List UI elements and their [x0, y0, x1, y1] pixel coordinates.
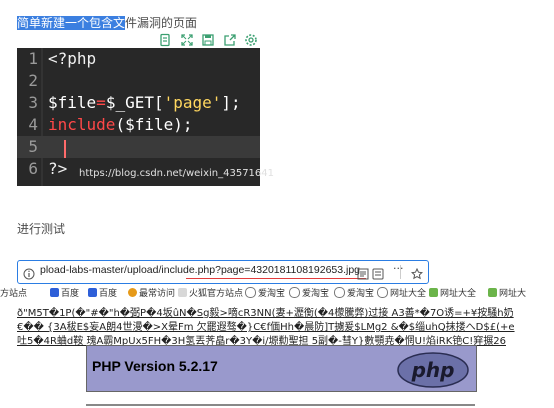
- globe-icon: [289, 287, 300, 298]
- code-text: ?>: [48, 159, 68, 178]
- star-icon[interactable]: [410, 265, 424, 280]
- bookmark-item[interactable]: 百度: [50, 286, 79, 299]
- bookmark-item[interactable]: 爱淘宝: [334, 286, 374, 299]
- baidu-icon: [88, 288, 97, 297]
- globe-icon: [377, 287, 388, 298]
- garbled-line: 吐5�4R蛐d鞍 瑰A霸MpUx5FH�3H氢丟荠皛r�3Y�i/塬勬聖担 5副…: [17, 336, 506, 346]
- code-line-4: 4 include($file);: [17, 114, 260, 136]
- line-number: 3: [28, 93, 38, 112]
- export-icon[interactable]: [223, 33, 237, 47]
- intro-rest: 件漏洞的页面: [125, 16, 198, 30]
- php-info-banner: PHP Version 5.2.17 php: [86, 345, 477, 392]
- garbled-line: €�� {3A秡E$妄A朗4世漫�>X晕Fm 欠罷遐骜�}C€f偭Hh�晨防]T…: [17, 322, 515, 332]
- bookmark-item[interactable]: 网址大: [488, 286, 526, 299]
- page-icon[interactable]: [372, 265, 384, 280]
- reader-icon[interactable]: [357, 265, 369, 280]
- bookmark-item[interactable]: 火狐官方站点: [178, 286, 243, 299]
- bottom-rule: [86, 404, 475, 406]
- bookmark-item[interactable]: 爱淘宝: [245, 286, 285, 299]
- code-line-2: 2: [17, 70, 260, 92]
- code-text: include($file);: [48, 115, 193, 134]
- garbled-line: ð"M5T�1P(�"#�"h�弼P�4坂ûN�Sg毅>嘀cR3NN(妻+瀝衡(…: [17, 308, 514, 318]
- bookmark-item[interactable]: 网址大全: [377, 286, 426, 299]
- bookmarks-bar: 方站点 百度 百度 最常访问 火狐官方站点 爱淘宝 爱淘宝 爱淘宝 网址大全 网…: [0, 286, 554, 300]
- intro-text: 简单新建一个包含文件漏洞的页面: [17, 14, 197, 31]
- intro-highlight: 简单新建一个包含文: [17, 16, 126, 30]
- more-menu-icon[interactable]: ···: [393, 262, 405, 275]
- bookmark-item[interactable]: 方站点: [0, 286, 27, 299]
- bookmark-item[interactable]: 最常访问: [128, 286, 175, 299]
- url-underline: [186, 278, 366, 279]
- test-label: 进行测试: [17, 222, 66, 236]
- code-icon[interactable]: [158, 33, 172, 47]
- php-logo-icon: php: [397, 352, 469, 388]
- line-number: 6: [28, 159, 38, 178]
- baidu-icon: [50, 288, 59, 297]
- check-icon: [429, 288, 438, 297]
- expand-icon[interactable]: [180, 33, 194, 47]
- line-number: 5: [28, 137, 38, 156]
- code-line-5: 5: [17, 136, 260, 158]
- watermark: https://blog.csdn.net/weixin_43571641: [79, 168, 275, 179]
- code-line-1: 1 <?php: [17, 48, 260, 70]
- bookmark-item[interactable]: 网址大全: [429, 286, 476, 299]
- bookmark-item[interactable]: 爱淘宝: [289, 286, 329, 299]
- url-bar[interactable]: pload-labs-master/upload/include.php?pag…: [17, 260, 429, 284]
- code-text: <?php: [48, 49, 97, 68]
- check-icon: [488, 288, 497, 297]
- line-number: 1: [28, 49, 38, 68]
- line-number: 4: [28, 115, 38, 134]
- gear-icon: [128, 288, 137, 297]
- bookmark-item[interactable]: 百度: [88, 286, 117, 299]
- php-version: PHP Version 5.2.17: [92, 358, 218, 374]
- text-cursor: [64, 140, 66, 158]
- globe-icon: [245, 287, 256, 298]
- folder-icon: [178, 288, 187, 297]
- info-icon[interactable]: [23, 265, 35, 280]
- code-line-3: 3 $file=$_GET['page'];: [17, 92, 260, 114]
- settings-icon[interactable]: [244, 33, 258, 47]
- code-block: 1 <?php 2 3 $file=$_GET['page']; 4 inclu…: [17, 48, 260, 186]
- code-text: $file=$_GET['page'];: [48, 93, 241, 112]
- globe-icon: [334, 287, 345, 298]
- svg-text:php: php: [411, 358, 455, 382]
- line-number: 2: [28, 71, 38, 90]
- save-icon[interactable]: [201, 33, 215, 47]
- url-text[interactable]: pload-labs-master/upload/include.php?pag…: [40, 264, 360, 276]
